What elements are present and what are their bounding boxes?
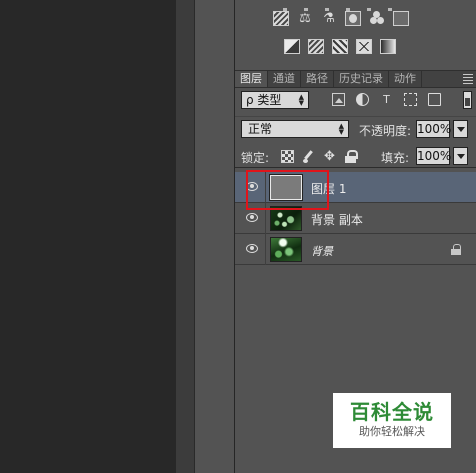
exposure-icon[interactable]	[345, 11, 361, 26]
filter-kind-select[interactable]: ρ 类型 ▲ ▼	[241, 91, 309, 109]
collapsed-panel-column	[194, 0, 234, 473]
visibility-column-divider	[265, 234, 266, 265]
filter-kind-label: ρ 类型	[246, 93, 282, 107]
lock-position-icon[interactable]: ✥	[323, 150, 336, 163]
opacity-label: 不透明度:	[359, 124, 412, 138]
posterize-icon[interactable]	[308, 39, 324, 54]
tab-channels[interactable]: 通道	[268, 71, 301, 87]
tab-layers[interactable]: 图层	[235, 71, 268, 87]
blend-mode-value: 正常	[248, 122, 273, 136]
levels-icon[interactable]: ⚖	[297, 11, 313, 26]
layers-panel-tabbar: 图层 通道 路径 历史记录 动作	[235, 70, 476, 88]
lock-image-pixels-icon[interactable]	[302, 150, 315, 163]
smart-object-filter-icon[interactable]	[428, 93, 441, 106]
select-arrows-icon: ▲ ▼	[298, 93, 304, 107]
watermark-subtitle: 助你轻松解决	[359, 425, 425, 438]
adjustments-scroll-edge	[283, 0, 413, 11]
visibility-eye-icon[interactable]	[246, 244, 258, 253]
color-balance-icon[interactable]	[369, 11, 385, 26]
pixel-filter-icon[interactable]	[332, 93, 345, 106]
shape-filter-icon[interactable]	[404, 93, 417, 106]
annotation-highlight-box	[246, 170, 329, 210]
selective-color-icon[interactable]	[356, 39, 372, 54]
lock-all-icon[interactable]	[344, 150, 358, 163]
adjustments-row-1: ⚖ ⚗	[273, 11, 409, 27]
fill-label: 填充:	[381, 151, 410, 165]
type-filter-icon[interactable]: T	[380, 93, 393, 106]
lock-transparent-pixels-icon[interactable]	[281, 150, 294, 163]
document-canvas-area	[0, 0, 176, 473]
layer-lock-icon	[451, 244, 461, 255]
adjustment-filter-icon[interactable]	[356, 93, 369, 106]
lock-label: 锁定:	[241, 151, 270, 165]
layer-filter-row: ρ 类型 ▲ ▼ T	[235, 88, 476, 113]
select-arrows-icon: ▲ ▼	[338, 122, 344, 136]
panel-menu-icon[interactable]	[459, 71, 476, 87]
layer-name[interactable]: 背景	[311, 243, 333, 259]
tab-actions[interactable]: 动作	[389, 71, 422, 87]
layer-thumbnail[interactable]	[270, 237, 302, 262]
blend-opacity-row: 正常 ▲ ▼ 不透明度: 100%	[235, 116, 476, 140]
watermark-badge: 百科全说 助你轻松解决	[333, 393, 451, 448]
adjustments-row-2	[284, 39, 396, 55]
curves-icon[interactable]: ⚗	[321, 11, 337, 26]
opacity-field[interactable]: 100%	[416, 120, 451, 138]
tab-history[interactable]: 历史记录	[334, 71, 389, 87]
threshold-icon[interactable]	[332, 39, 348, 54]
fill-field[interactable]: 100%	[416, 147, 451, 165]
layer-row[interactable]: 背景	[235, 234, 476, 265]
channel-mixer-icon[interactable]	[393, 11, 409, 26]
watermark-title: 百科全说	[350, 400, 434, 424]
opacity-slider-button[interactable]	[453, 120, 468, 138]
lock-icons: ✥	[281, 150, 358, 163]
gradient-map-icon[interactable]	[380, 39, 396, 54]
blend-mode-select[interactable]: 正常 ▲ ▼	[241, 120, 349, 138]
filter-icons: T	[332, 93, 441, 106]
layer-name[interactable]: 背景 副本	[311, 211, 363, 228]
adjustments-panel: ⚖ ⚗	[235, 0, 476, 64]
invert-icon[interactable]	[284, 39, 300, 54]
tab-paths[interactable]: 路径	[301, 71, 334, 87]
brightness-contrast-icon[interactable]	[273, 11, 289, 26]
visibility-eye-icon[interactable]	[246, 213, 258, 222]
fill-slider-button[interactable]	[453, 147, 468, 165]
filter-toggle-switch[interactable]	[463, 91, 472, 109]
panel-dock-gutter	[176, 0, 194, 473]
lock-fill-row: 锁定: ✥ 填充: 100%	[235, 144, 476, 168]
